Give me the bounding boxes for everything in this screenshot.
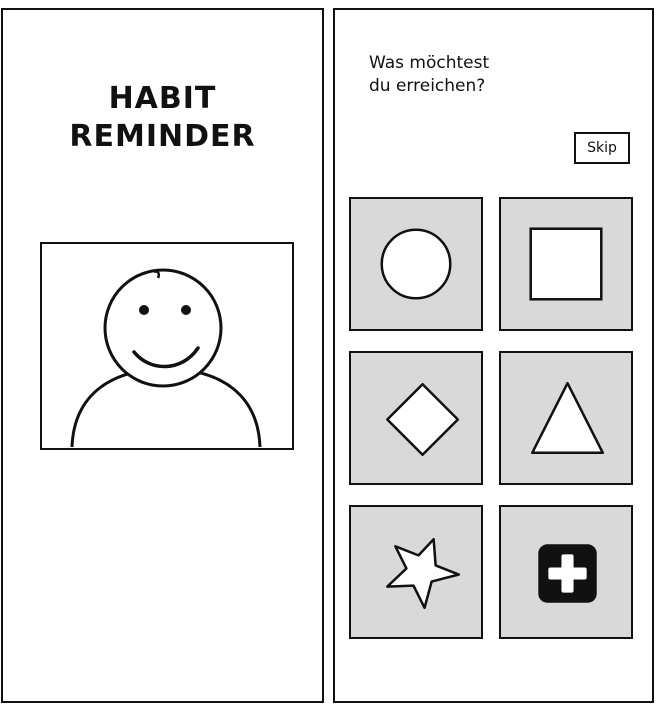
smiley-person-icon [70, 268, 262, 447]
goal-option-add[interactable] [499, 505, 633, 639]
app-title-line-2: REMINDER [69, 119, 256, 154]
skip-button[interactable]: Skip [574, 132, 630, 164]
circle-icon [380, 228, 452, 300]
goal-option-square[interactable] [499, 197, 633, 331]
goal-question: Was möchtest du erreichen? [369, 52, 489, 98]
square-icon [529, 227, 603, 301]
avatar-frame [40, 242, 294, 450]
goal-option-star[interactable] [349, 505, 483, 639]
app-title: HABIT REMINDER [3, 80, 322, 156]
goal-option-triangle[interactable] [499, 351, 633, 485]
star-icon [386, 537, 461, 610]
welcome-screen: HABIT REMINDER [1, 8, 324, 703]
goal-question-line-1: Was möchtest [369, 53, 490, 73]
goal-selection-screen: Was möchtest du erreichen? Skip [333, 8, 654, 703]
goal-option-circle[interactable] [349, 197, 483, 331]
add-icon [538, 544, 597, 603]
diamond-icon [386, 382, 460, 457]
app-title-line-1: HABIT [108, 81, 217, 116]
goal-option-diamond[interactable] [349, 351, 483, 485]
goal-question-line-2: du erreichen? [369, 76, 486, 96]
triangle-icon [530, 381, 605, 455]
